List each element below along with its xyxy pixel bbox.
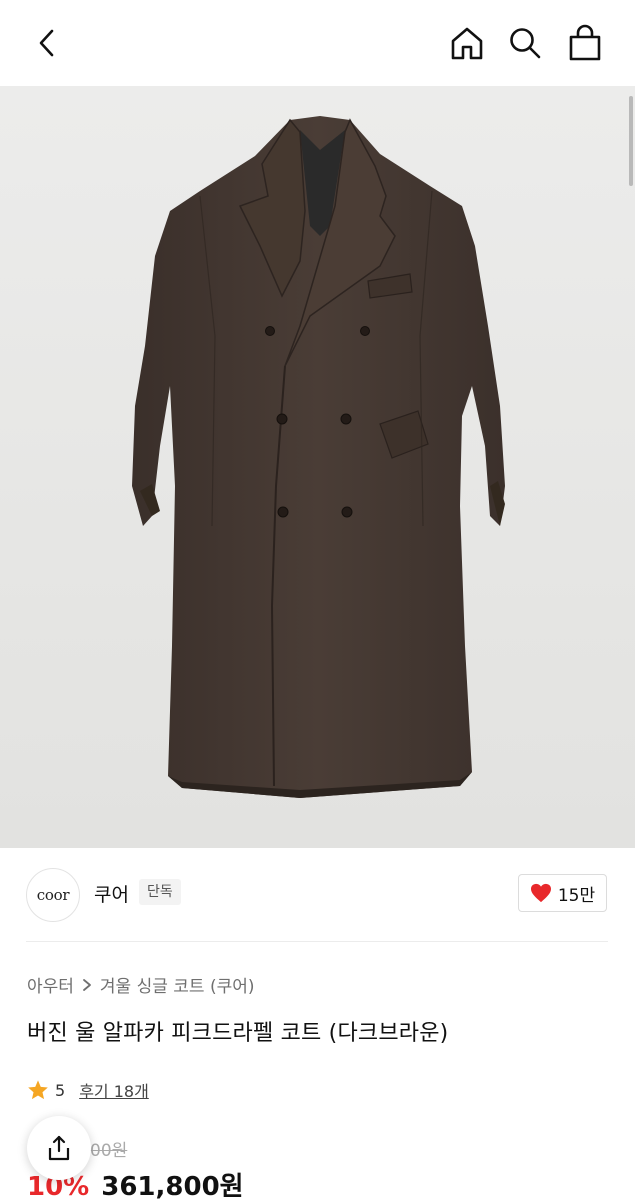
share-icon xyxy=(48,1135,70,1161)
rating-value: 5 xyxy=(55,1080,66,1100)
coat-photo xyxy=(132,116,505,798)
share-button[interactable] xyxy=(27,1116,91,1180)
brand-logo-text: coor xyxy=(36,886,70,904)
review-link[interactable]: 후기 18개 xyxy=(79,1078,149,1102)
search-button[interactable] xyxy=(504,22,546,64)
scrollbar[interactable] xyxy=(629,96,633,186)
like-count: 15만 xyxy=(557,885,596,906)
shopping-bag-icon xyxy=(569,24,601,61)
sale-price: 361,800원 xyxy=(101,1172,244,1202)
product-image[interactable] xyxy=(0,86,635,848)
home-icon xyxy=(451,27,483,60)
search-icon xyxy=(510,28,541,59)
exclusive-badge: 단독 xyxy=(139,879,181,905)
chevron-left-icon xyxy=(39,29,54,57)
brand-name[interactable]: 쿠어 xyxy=(94,880,129,907)
home-button[interactable] xyxy=(446,22,488,64)
breadcrumb-category[interactable]: 아우터 xyxy=(27,972,74,997)
breadcrumb-subcategory[interactable]: 겨울 싱글 코트 (쿠어) xyxy=(100,972,255,997)
back-button[interactable] xyxy=(26,22,68,64)
like-button[interactable]: 15만 xyxy=(518,874,607,912)
rating-row: 5 후기 18개 xyxy=(27,1078,149,1102)
top-navigation-bar xyxy=(0,0,635,86)
brand-row: coor 쿠어 단독 15만 xyxy=(0,862,635,926)
divider xyxy=(26,941,608,942)
cart-button[interactable] xyxy=(564,22,606,64)
original-price: 00원 xyxy=(90,1141,128,1161)
breadcrumb: 아우터 겨울 싱글 코트 (쿠어) xyxy=(27,972,255,997)
heart-icon xyxy=(530,883,551,903)
star-icon xyxy=(28,1080,48,1100)
chevron-right-icon xyxy=(78,978,96,992)
product-title: 버진 울 알파카 피크드라펠 코트 (다크브라운) xyxy=(27,1021,449,1046)
brand-logo[interactable]: coor xyxy=(26,868,80,922)
